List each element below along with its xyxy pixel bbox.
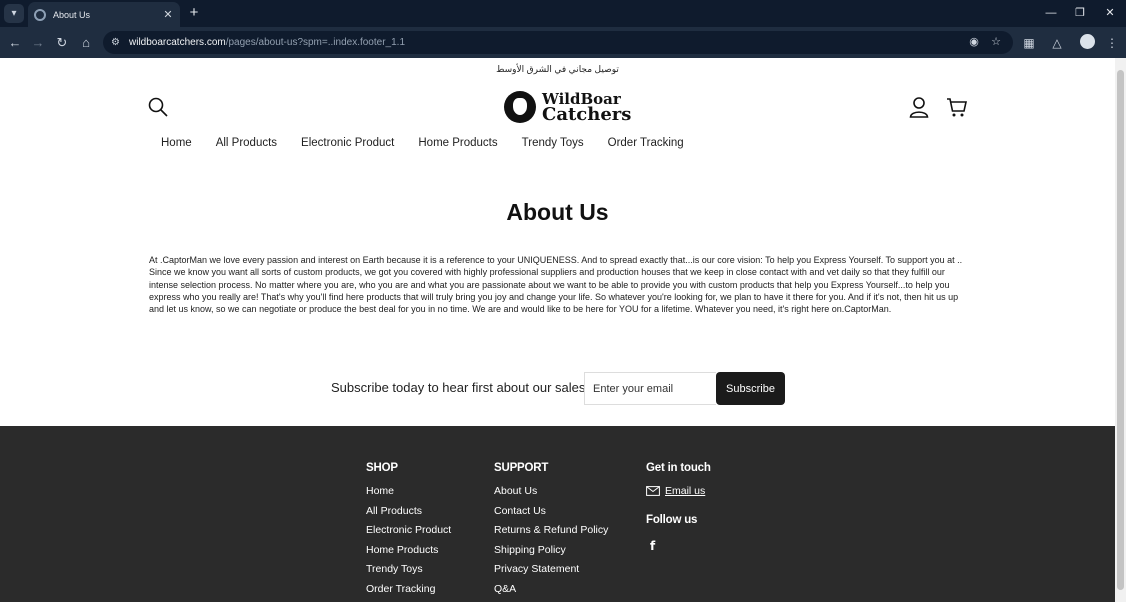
profile-avatar-icon[interactable] xyxy=(1080,34,1095,49)
browser-tab-bar: ▾ About Us ✕ + — ❐ ✕ xyxy=(0,0,1126,27)
announcement-bar: توصيل مجاني في الشرق الأوسط xyxy=(496,64,619,74)
subscribe-button[interactable]: Subscribe xyxy=(716,372,785,405)
home-icon[interactable]: ⌂ xyxy=(76,33,96,53)
footer-link-qa[interactable]: Q&A xyxy=(494,583,608,596)
loading-favicon-icon xyxy=(34,8,46,21)
footer-contact-column: Get in touch Email us Follow us f xyxy=(646,462,711,555)
subscribe-label: Subscribe today to hear first about our … xyxy=(331,380,586,395)
footer-email-link[interactable]: Email us xyxy=(665,485,705,497)
browser-tab-active[interactable]: About Us ✕ xyxy=(28,2,180,27)
footer-link-electronic-product[interactable]: Electronic Product xyxy=(366,524,451,537)
about-body-text: At .CaptorMan we love every passion and … xyxy=(149,255,963,315)
kebab-menu-icon[interactable]: ⋮ xyxy=(1102,33,1122,53)
nav-home[interactable]: Home xyxy=(161,137,192,149)
site-footer: SHOP Home All Products Electronic Produc… xyxy=(0,426,1115,602)
url-path: /pages/about-us?spm=..index.footer_1.1 xyxy=(225,37,406,48)
tab-search-chevron-icon[interactable]: ▾ xyxy=(4,4,24,23)
minimize-icon[interactable]: — xyxy=(1036,3,1066,23)
browser-toolbar: ← → ↻ ⌂ ⚙ wildboarcatchers.com/pages/abo… xyxy=(0,27,1126,58)
account-icon[interactable] xyxy=(909,96,929,118)
facebook-icon[interactable]: f xyxy=(650,539,655,553)
tab-close-icon[interactable]: ✕ xyxy=(160,8,176,21)
footer-link-all-products[interactable]: All Products xyxy=(366,505,451,518)
footer-link-returns-refund[interactable]: Returns & Refund Policy xyxy=(494,524,608,537)
reload-icon[interactable]: ↻ xyxy=(52,33,72,53)
footer-link-trendy-toys[interactable]: Trendy Toys xyxy=(366,563,451,576)
page-title: About Us xyxy=(506,199,609,225)
cart-icon[interactable] xyxy=(946,96,968,118)
bookmark-star-icon[interactable]: ☆ xyxy=(987,33,1005,51)
nav-trendy-toys[interactable]: Trendy Toys xyxy=(522,137,584,149)
footer-shop-heading: SHOP xyxy=(366,462,398,474)
address-bar[interactable]: ⚙ wildboarcatchers.com/pages/about-us?sp… xyxy=(103,31,1013,54)
site-info-icon[interactable]: ⚙ xyxy=(111,37,125,48)
new-tab-plus-icon[interactable]: + xyxy=(185,3,203,23)
footer-shop-column: SHOP Home All Products Electronic Produc… xyxy=(366,462,451,602)
footer-contact-heading: Get in touch xyxy=(646,462,711,474)
footer-link-order-tracking[interactable]: Order Tracking xyxy=(366,583,451,596)
footer-link-about-us[interactable]: About Us xyxy=(494,485,608,498)
eye-off-icon[interactable]: ◉ xyxy=(965,33,983,51)
footer-link-contact-us[interactable]: Contact Us xyxy=(494,505,608,518)
nav-all-products[interactable]: All Products xyxy=(216,137,277,149)
extensions-puzzle-icon[interactable]: ▦ xyxy=(1019,33,1039,53)
url-host: wildboarcatchers.com xyxy=(129,37,226,48)
nav-order-tracking[interactable]: Order Tracking xyxy=(608,137,684,149)
page-scrollbar[interactable] xyxy=(1115,58,1126,602)
main-navigation: Home All Products Electronic Product Hom… xyxy=(161,137,708,149)
footer-link-home-products[interactable]: Home Products xyxy=(366,544,451,557)
scrollbar-thumb[interactable] xyxy=(1117,70,1124,590)
footer-support-heading: SUPPORT xyxy=(494,462,549,474)
site-logo[interactable]: WildBoar Catchers xyxy=(504,91,632,125)
footer-link-home[interactable]: Home xyxy=(366,485,451,498)
logo-text-line2: Catchers xyxy=(542,104,632,125)
search-icon[interactable] xyxy=(147,96,169,118)
labs-flask-icon[interactable]: △ xyxy=(1047,33,1067,53)
footer-support-column: SUPPORT About Us Contact Us Returns & Re… xyxy=(494,462,608,602)
forward-arrow-icon[interactable]: → xyxy=(28,33,48,53)
footer-follow-heading: Follow us xyxy=(646,514,698,526)
newsletter-email-input[interactable] xyxy=(584,372,716,405)
footer-link-privacy-statement[interactable]: Privacy Statement xyxy=(494,563,608,576)
tab-title: About Us xyxy=(53,9,91,20)
restore-icon[interactable]: ❐ xyxy=(1065,3,1095,23)
back-arrow-icon[interactable]: ← xyxy=(5,33,25,53)
footer-email-row[interactable]: Email us xyxy=(646,485,711,497)
boar-logo-icon xyxy=(504,91,536,123)
nav-home-products[interactable]: Home Products xyxy=(418,137,497,149)
footer-link-shipping-policy[interactable]: Shipping Policy xyxy=(494,544,608,557)
page-viewport: توصيل مجاني في الشرق الأوسط WildBoar Cat… xyxy=(0,58,1115,602)
nav-electronic-product[interactable]: Electronic Product xyxy=(301,137,394,149)
mail-icon xyxy=(646,486,660,496)
window-close-icon[interactable]: ✕ xyxy=(1095,3,1125,23)
